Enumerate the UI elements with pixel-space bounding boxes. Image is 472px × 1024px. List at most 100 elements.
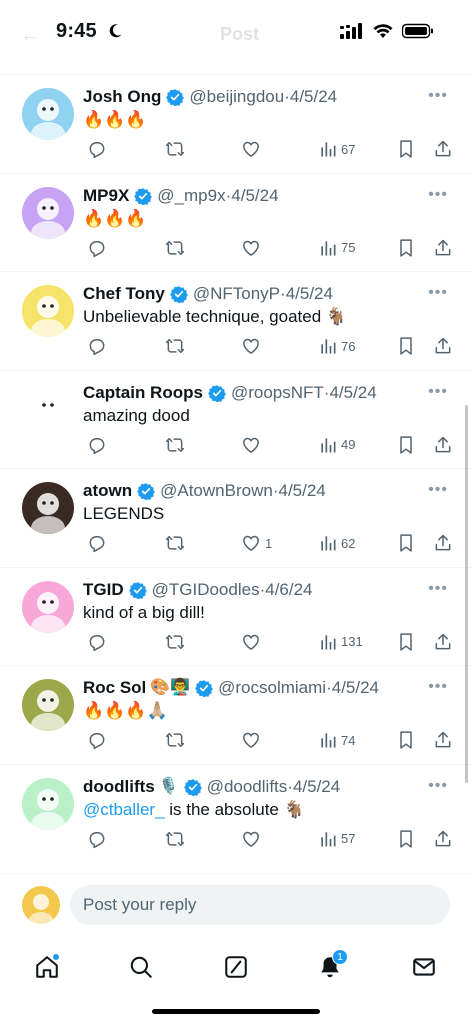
avatar[interactable] bbox=[22, 88, 74, 140]
more-options-icon[interactable]: ••• bbox=[428, 186, 448, 204]
handle[interactable]: @_mp9x bbox=[157, 185, 225, 207]
tab-home[interactable] bbox=[23, 945, 71, 993]
views-button[interactable]: 57 bbox=[315, 829, 355, 849]
views-button[interactable]: 67 bbox=[315, 139, 355, 159]
avatar[interactable] bbox=[22, 679, 74, 731]
display-name[interactable]: MP9X bbox=[83, 185, 129, 207]
timestamp[interactable]: 4/5/24 bbox=[332, 677, 379, 699]
timestamp[interactable]: 4/5/24 bbox=[329, 382, 376, 404]
retweet-button[interactable] bbox=[161, 139, 189, 159]
views-button[interactable]: 76 bbox=[315, 336, 355, 356]
avatar[interactable] bbox=[22, 186, 74, 239]
display-name[interactable]: doodlifts bbox=[83, 776, 155, 798]
views-button[interactable]: 131 bbox=[315, 632, 363, 652]
like-button[interactable]: 1 bbox=[237, 533, 272, 553]
reply-tweet[interactable]: TGID @TGIDoodles · 4/6/24 ••• kind of a … bbox=[0, 568, 472, 666]
like-button[interactable] bbox=[237, 336, 265, 356]
like-button[interactable] bbox=[237, 435, 265, 455]
retweet-button[interactable] bbox=[161, 632, 189, 652]
bookmark-button[interactable] bbox=[393, 435, 415, 455]
mention-link[interactable]: @ctballer_ bbox=[83, 800, 165, 819]
share-button[interactable] bbox=[429, 829, 453, 849]
avatar[interactable] bbox=[22, 482, 74, 534]
retweet-button[interactable] bbox=[161, 336, 189, 356]
tab-messages[interactable] bbox=[400, 945, 448, 993]
bookmark-button[interactable] bbox=[393, 829, 415, 849]
avatar[interactable] bbox=[22, 580, 74, 633]
share-button[interactable] bbox=[429, 533, 453, 553]
share-button[interactable] bbox=[429, 238, 453, 258]
share-button[interactable] bbox=[429, 336, 453, 356]
reply-button[interactable] bbox=[83, 336, 111, 356]
retweet-button[interactable] bbox=[161, 435, 189, 455]
like-button[interactable] bbox=[237, 238, 265, 258]
timestamp[interactable]: 4/5/24 bbox=[278, 480, 325, 502]
views-button[interactable]: 49 bbox=[315, 435, 355, 455]
like-button[interactable] bbox=[237, 632, 265, 652]
avatar[interactable] bbox=[22, 777, 74, 830]
tab-grok[interactable] bbox=[212, 945, 260, 993]
reply-button[interactable] bbox=[83, 829, 111, 849]
like-button[interactable] bbox=[237, 730, 265, 750]
bookmark-button[interactable] bbox=[393, 238, 415, 258]
timestamp[interactable]: 4/6/24 bbox=[265, 579, 312, 601]
display-name[interactable]: Chef Tony bbox=[83, 283, 165, 305]
handle[interactable]: @roopsNFT bbox=[231, 382, 324, 404]
more-options-icon[interactable]: ••• bbox=[428, 580, 448, 598]
handle[interactable]: @beijingdou bbox=[189, 86, 284, 108]
reply-button[interactable] bbox=[83, 632, 111, 652]
like-button[interactable] bbox=[237, 139, 265, 159]
bookmark-button[interactable] bbox=[393, 533, 415, 553]
reply-tweet[interactable]: Captain Roops @roopsNFT · 4/5/24 ••• ama… bbox=[0, 371, 472, 469]
share-button[interactable] bbox=[429, 139, 453, 159]
reply-tweet[interactable]: doodlifts 🎙️ @doodlifts · 4/5/24 ••• @ct… bbox=[0, 765, 472, 864]
avatar[interactable] bbox=[22, 285, 74, 337]
my-avatar[interactable] bbox=[22, 886, 60, 924]
share-button[interactable] bbox=[429, 435, 453, 455]
handle[interactable]: @AtownBrown bbox=[160, 480, 273, 502]
bookmark-button[interactable] bbox=[393, 139, 415, 159]
more-options-icon[interactable]: ••• bbox=[428, 777, 448, 795]
handle[interactable]: @NFTonyP bbox=[193, 283, 280, 305]
bookmark-button[interactable] bbox=[393, 730, 415, 750]
tab-notifications[interactable]: 1 bbox=[306, 945, 354, 993]
more-options-icon[interactable]: ••• bbox=[428, 87, 448, 105]
reply-tweet[interactable]: Chef Tony @NFTonyP · 4/5/24 ••• Unbeliev… bbox=[0, 272, 472, 371]
reply-input[interactable]: Post your reply bbox=[70, 885, 450, 925]
replies-feed[interactable]: Josh Ong @beijingdou · 4/5/24 ••• 🔥🔥🔥 67… bbox=[0, 75, 472, 863]
reply-button[interactable] bbox=[83, 435, 111, 455]
scrollbar[interactable] bbox=[465, 405, 468, 783]
display-name[interactable]: Roc Sol bbox=[83, 677, 146, 699]
back-arrow-icon[interactable]: ← bbox=[20, 24, 40, 47]
reply-button[interactable] bbox=[83, 533, 111, 553]
like-button[interactable] bbox=[237, 829, 265, 849]
share-button[interactable] bbox=[429, 632, 453, 652]
more-options-icon[interactable]: ••• bbox=[428, 678, 448, 696]
timestamp[interactable]: 4/5/24 bbox=[286, 283, 333, 305]
reply-tweet[interactable]: atown @AtownBrown · 4/5/24 ••• LEGENDS 1 bbox=[0, 469, 472, 568]
more-options-icon[interactable]: ••• bbox=[428, 284, 448, 302]
reply-tweet[interactable]: Roc Sol 🎨👨‍🏫 @rocsolmiami · 4/5/24 ••• 🔥… bbox=[0, 666, 472, 765]
reply-button[interactable] bbox=[83, 238, 111, 258]
views-button[interactable]: 62 bbox=[315, 533, 355, 553]
display-name[interactable]: atown bbox=[83, 480, 132, 502]
display-name[interactable]: Josh Ong bbox=[83, 86, 161, 108]
reply-button[interactable] bbox=[83, 139, 111, 159]
timestamp[interactable]: 4/5/24 bbox=[290, 86, 337, 108]
bookmark-button[interactable] bbox=[393, 632, 415, 652]
reply-tweet[interactable]: Josh Ong @beijingdou · 4/5/24 ••• 🔥🔥🔥 67 bbox=[0, 75, 472, 174]
avatar[interactable] bbox=[22, 383, 74, 436]
bookmark-button[interactable] bbox=[393, 336, 415, 356]
reply-button[interactable] bbox=[83, 730, 111, 750]
share-button[interactable] bbox=[429, 730, 453, 750]
views-button[interactable]: 75 bbox=[315, 238, 355, 258]
reply-tweet[interactable]: MP9X @_mp9x · 4/5/24 ••• 🔥🔥🔥 75 bbox=[0, 174, 472, 272]
display-name[interactable]: TGID bbox=[83, 579, 124, 601]
retweet-button[interactable] bbox=[161, 730, 189, 750]
retweet-button[interactable] bbox=[161, 533, 189, 553]
tab-search[interactable] bbox=[117, 945, 165, 993]
handle[interactable]: @doodlifts bbox=[207, 776, 288, 798]
timestamp[interactable]: 4/5/24 bbox=[231, 185, 278, 207]
retweet-button[interactable] bbox=[161, 238, 189, 258]
handle[interactable]: @TGIDoodles bbox=[152, 579, 260, 601]
